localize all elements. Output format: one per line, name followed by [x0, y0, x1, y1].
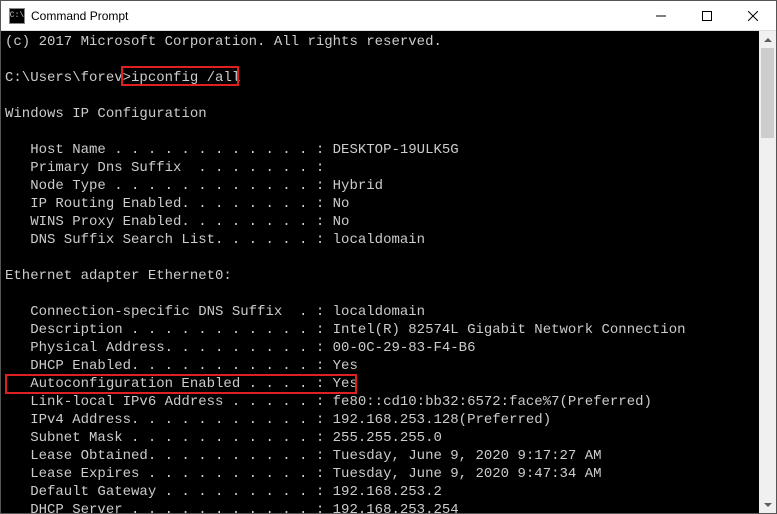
- close-button[interactable]: [730, 1, 776, 30]
- dhcp-enabled-label: DHCP Enabled. . . . . . . . . . . :: [5, 358, 333, 374]
- command-prompt-window: C:\ Command Prompt (c) 2017 Microsoft Co…: [0, 0, 777, 514]
- scroll-track[interactable]: [759, 48, 776, 496]
- close-icon: [748, 11, 758, 21]
- wins-proxy-label: WINS Proxy Enabled. . . . . . . . :: [5, 214, 333, 230]
- ipv4-label: IPv4 Address. . . . . . . . . . . :: [5, 412, 333, 428]
- link-local-value: fe80::cd10:bb32:6572:face%7(Preferred): [333, 394, 652, 410]
- autoconfig-value: Yes: [333, 376, 358, 392]
- minimize-icon: [656, 11, 666, 21]
- dns-suffix-list-value: localdomain: [333, 232, 425, 248]
- gateway-label: Default Gateway . . . . . . . . . :: [5, 484, 333, 500]
- cmd-icon: C:\: [9, 8, 25, 24]
- dhcp-server-label: DHCP Server . . . . . . . . . . . :: [5, 502, 333, 513]
- ip-routing-label: IP Routing Enabled. . . . . . . . :: [5, 196, 333, 212]
- lease-exp-value: Tuesday, June 9, 2020 9:47:34 AM: [333, 466, 602, 482]
- terminal-output[interactable]: (c) 2017 Microsoft Corporation. All righ…: [1, 31, 759, 513]
- conn-dns-value: localdomain: [333, 304, 425, 320]
- lease-obt-value: Tuesday, June 9, 2020 9:17:27 AM: [333, 448, 602, 464]
- titlebar: C:\ Command Prompt: [1, 1, 776, 31]
- phys-addr-value: 00-0C-29-83-F4-B6: [333, 340, 476, 356]
- section-ipconfig: Windows IP Configuration: [5, 105, 755, 123]
- dns-suffix-list-label: DNS Suffix Search List. . . . . . :: [5, 232, 333, 248]
- chevron-down-icon: [764, 503, 772, 507]
- subnet-label: Subnet Mask . . . . . . . . . . . :: [5, 430, 333, 446]
- lease-obt-label: Lease Obtained. . . . . . . . . . :: [5, 448, 333, 464]
- scroll-down-button[interactable]: [759, 496, 776, 513]
- scroll-thumb[interactable]: [761, 48, 774, 138]
- minimize-button[interactable]: [638, 1, 684, 30]
- primary-dns-label: Primary Dns Suffix . . . . . . . :: [5, 160, 324, 176]
- node-type-label: Node Type . . . . . . . . . . . . :: [5, 178, 333, 194]
- node-type-value: Hybrid: [333, 178, 383, 194]
- description-value: Intel(R) 82574L Gigabit Network Connecti…: [333, 322, 686, 338]
- command-text: ipconfig /all: [131, 70, 240, 86]
- chevron-up-icon: [764, 38, 772, 42]
- terminal-area: (c) 2017 Microsoft Corporation. All righ…: [1, 31, 776, 513]
- wins-proxy-value: No: [333, 214, 350, 230]
- lease-exp-label: Lease Expires . . . . . . . . . . :: [5, 466, 333, 482]
- gateway-value: 192.168.253.2: [333, 484, 442, 500]
- scroll-up-button[interactable]: [759, 31, 776, 48]
- maximize-button[interactable]: [684, 1, 730, 30]
- window-controls: [638, 1, 776, 30]
- maximize-icon: [702, 11, 712, 21]
- link-local-label: Link-local IPv6 Address . . . . . :: [5, 394, 333, 410]
- subnet-value: 255.255.255.0: [333, 430, 442, 446]
- ip-routing-value: No: [333, 196, 350, 212]
- prompt-path: C:\Users\forev>: [5, 70, 131, 86]
- ipv4-value: 192.168.253.128(Preferred): [333, 412, 551, 428]
- window-title: Command Prompt: [31, 9, 638, 23]
- host-name-label: Host Name . . . . . . . . . . . . :: [5, 142, 333, 158]
- section-ethernet: Ethernet adapter Ethernet0:: [5, 267, 755, 285]
- copyright-line: (c) 2017 Microsoft Corporation. All righ…: [5, 33, 755, 51]
- dhcp-enabled-value: Yes: [333, 358, 358, 374]
- autoconfig-label: Autoconfiguration Enabled . . . . :: [5, 376, 333, 392]
- host-name-value: DESKTOP-19ULK5G: [333, 142, 459, 158]
- phys-addr-label: Physical Address. . . . . . . . . :: [5, 340, 333, 356]
- description-label: Description . . . . . . . . . . . :: [5, 322, 333, 338]
- dhcp-server-value: 192.168.253.254: [333, 502, 459, 513]
- conn-dns-label: Connection-specific DNS Suffix . :: [5, 304, 333, 320]
- vertical-scrollbar[interactable]: [759, 31, 776, 513]
